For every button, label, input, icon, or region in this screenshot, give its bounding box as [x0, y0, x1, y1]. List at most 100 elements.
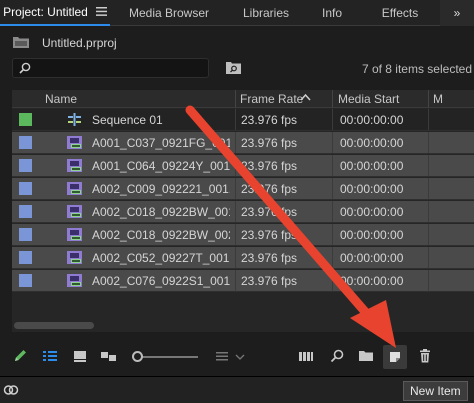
- clip-name-cell: A001_C037_0921FG_001: [92, 136, 230, 150]
- table-row[interactable]: A002_C018_0922BW_002.m 23.976 fps 00:00:00…: [12, 224, 474, 246]
- new-item-tooltip: New Item: [403, 381, 468, 401]
- cell-divider: [332, 270, 333, 292]
- automate-to-sequence-icon[interactable]: [298, 348, 314, 364]
- column-divider[interactable]: [332, 90, 333, 108]
- sort-ascending-icon[interactable]: [300, 93, 311, 102]
- zoom-slider-track[interactable]: [138, 356, 198, 358]
- cell-divider: [428, 224, 429, 246]
- label-color-swatch[interactable]: [19, 159, 32, 172]
- tab-overflow-label: »: [453, 6, 461, 20]
- column-header-media-start[interactable]: Media Start: [338, 92, 399, 106]
- frame-rate-cell: 23.976 fps: [241, 228, 298, 242]
- project-file-name: Untitled.prproj: [42, 36, 117, 50]
- row-separator: [12, 222, 474, 223]
- row-separator: [12, 268, 474, 269]
- column-divider[interactable]: [428, 90, 429, 108]
- label-color-swatch[interactable]: [19, 205, 32, 218]
- table-row[interactable]: A002_C076_0922S1_001.m 23.976 fps 00:00:00…: [12, 270, 474, 292]
- cell-divider: [235, 155, 236, 177]
- cell-divider: [235, 247, 236, 269]
- icon-view-icon[interactable]: [72, 348, 88, 364]
- tab-project-label: Project: Untitled: [3, 4, 88, 19]
- video-clip-icon: [67, 205, 82, 218]
- table-row[interactable]: A001_C037_0921FG_001 23.976 fps 00:00:00:0…: [12, 132, 474, 154]
- search-input[interactable]: [35, 61, 205, 75]
- tab-project[interactable]: Project: Untitled: [0, 0, 110, 26]
- label-color-swatch[interactable]: [19, 113, 32, 126]
- panel-tab-bar: Project: Untitled Media Browser Librarie…: [0, 0, 474, 26]
- row-separator: [12, 130, 474, 131]
- column-header-name[interactable]: Name: [45, 92, 77, 106]
- new-item-button[interactable]: [383, 345, 407, 369]
- trash-icon[interactable]: [417, 348, 433, 364]
- tab-media-browser-label: Media Browser: [128, 5, 210, 20]
- clip-name-cell: Sequence 01: [92, 113, 163, 127]
- cell-divider: [428, 201, 429, 223]
- cell-divider: [235, 178, 236, 200]
- frame-rate-cell: 23.976 fps: [241, 274, 298, 288]
- cell-divider: [428, 132, 429, 154]
- cell-divider: [332, 224, 333, 246]
- tab-overflow-button[interactable]: »: [440, 0, 474, 26]
- clip-name-cell: A002_C018_0922BW_002.m: [92, 228, 230, 242]
- table-row[interactable]: A002_C052_09227T_001.m 23.976 fps 00:00:00…: [12, 247, 474, 269]
- selection-count: 7 of 8 items selected: [361, 62, 472, 76]
- label-color-swatch[interactable]: [19, 251, 32, 264]
- table-row[interactable]: Sequence 01 23.976 fps 00:00:00:00: [12, 109, 474, 131]
- sort-icon[interactable]: [214, 348, 230, 364]
- label-color-swatch[interactable]: [19, 274, 32, 287]
- freeform-view-icon[interactable]: [100, 348, 116, 364]
- media-start-cell: 00:00:00:00: [340, 159, 404, 173]
- label-color-swatch[interactable]: [19, 182, 32, 195]
- column-header-frame-rate[interactable]: Frame Rate: [240, 92, 303, 106]
- video-clip-icon: [67, 274, 82, 287]
- panel-menu-icon[interactable]: [95, 7, 107, 16]
- cell-divider: [235, 201, 236, 223]
- cell-divider: [332, 155, 333, 177]
- clip-name-cell: A002_C018_0922BW_001.m: [92, 205, 230, 219]
- tab-media-browser[interactable]: Media Browser: [110, 0, 228, 26]
- filter-bin-icon[interactable]: [226, 61, 241, 74]
- frame-rate-cell: 23.976 fps: [241, 113, 298, 127]
- cell-divider: [332, 201, 333, 223]
- clip-name-cell: A002_C076_0922S1_001.m: [92, 274, 230, 288]
- video-clip-icon: [67, 251, 82, 264]
- cell-divider: [235, 270, 236, 292]
- row-separator: [12, 245, 474, 246]
- cell-divider: [235, 224, 236, 246]
- project-folder-icon: [13, 37, 29, 48]
- horizontal-scrollbar[interactable]: [14, 322, 94, 329]
- tab-effects-label: Effects: [381, 5, 419, 20]
- tab-info[interactable]: Info: [304, 0, 360, 26]
- cell-divider: [332, 109, 333, 131]
- search-field[interactable]: [12, 58, 209, 78]
- tab-libraries-label: Libraries: [242, 5, 290, 20]
- sequence-icon: [68, 113, 81, 126]
- list-view-icon[interactable]: [42, 348, 58, 364]
- tab-libraries[interactable]: Libraries: [228, 0, 304, 26]
- zoom-slider-handle[interactable]: [132, 351, 143, 362]
- chevron-down-icon[interactable]: [234, 348, 246, 364]
- table-row[interactable]: A002_C009_092221_001.m 23.976 fps 00:00:00…: [12, 178, 474, 200]
- column-divider[interactable]: [235, 90, 236, 108]
- creative-cloud-icon[interactable]: [3, 383, 19, 397]
- cell-divider: [332, 178, 333, 200]
- video-clip-icon: [67, 159, 82, 172]
- tab-effects[interactable]: Effects: [360, 0, 440, 26]
- pencil-icon[interactable]: [12, 348, 28, 364]
- table-row[interactable]: A001_C064_09224Y_001.m 23.976 fps 00:00:00…: [12, 155, 474, 177]
- frame-rate-cell: 23.976 fps: [241, 205, 298, 219]
- media-start-cell: 00:00:00:00: [340, 228, 404, 242]
- media-start-cell: 00:00:00:00: [340, 113, 404, 127]
- media-start-cell: 00:00:00:00: [340, 182, 404, 196]
- cell-divider: [235, 109, 236, 131]
- column-header-next[interactable]: M: [433, 92, 443, 106]
- cell-divider: [428, 109, 429, 131]
- table-row[interactable]: A002_C018_0922BW_001.m 23.976 fps 00:00:00…: [12, 201, 474, 223]
- find-icon[interactable]: [329, 348, 345, 364]
- label-color-swatch[interactable]: [19, 228, 32, 241]
- frame-rate-cell: 23.976 fps: [241, 182, 298, 196]
- new-bin-icon[interactable]: [358, 348, 374, 364]
- row-separator: [12, 153, 474, 154]
- label-color-swatch[interactable]: [19, 136, 32, 149]
